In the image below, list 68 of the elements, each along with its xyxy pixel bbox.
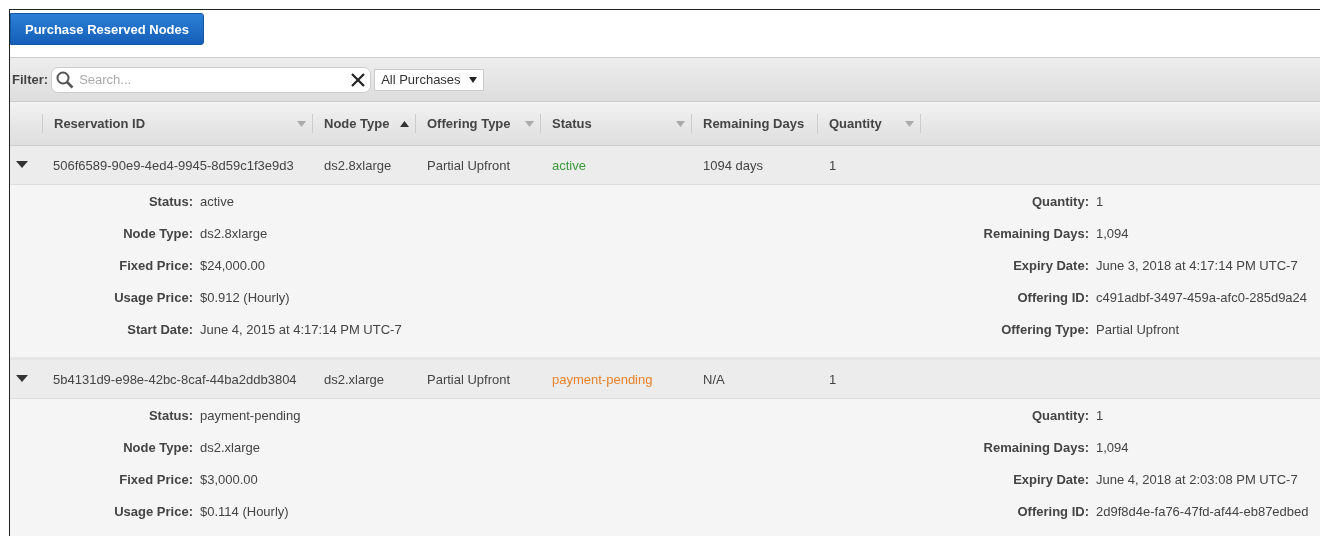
detail-label: Usage Price: bbox=[113, 289, 193, 307]
table-cell-text: 1 bbox=[828, 157, 838, 173]
close-icon[interactable] bbox=[350, 71, 367, 88]
detail-value: 1 bbox=[1096, 407, 1105, 425]
detail-label: Start Date: bbox=[126, 321, 193, 339]
table-cell-text: N/A bbox=[702, 371, 726, 387]
detail-label: Quantity: bbox=[1030, 193, 1089, 211]
detail-label: Expiry Date: bbox=[1012, 471, 1089, 489]
detail-label: Offering Type: bbox=[1000, 321, 1089, 339]
column-header[interactable]: Status bbox=[541, 114, 692, 133]
caret-icon bbox=[400, 120, 409, 127]
column-header[interactable]: Quantity bbox=[818, 114, 921, 133]
table-cell-text: ds2.8xlarge bbox=[323, 157, 393, 173]
detail-value: active bbox=[200, 193, 235, 211]
detail-value: ds2.xlarge bbox=[200, 439, 261, 457]
detail-value: June 3, 2018 at 4:17:14 PM UTC-7 bbox=[1096, 257, 1299, 275]
detail-value: $24,000.00 bbox=[200, 257, 267, 275]
detail-label: Remaining Days: bbox=[982, 225, 1089, 243]
caret-icon bbox=[676, 120, 685, 127]
filter-label: Filter: bbox=[12, 72, 49, 87]
status-text: active bbox=[551, 157, 587, 173]
table-cell-text: 5b4131d9-e98e-42bc-8caf-44ba2ddb3804 bbox=[52, 371, 298, 387]
detail-label: Node Type: bbox=[122, 225, 193, 243]
detail-label: Fixed Price: bbox=[118, 471, 193, 489]
detail-label: Offering ID: bbox=[1016, 503, 1089, 521]
detail-value: ds2.8xlarge bbox=[200, 225, 269, 243]
detail-value: payment-pending bbox=[200, 407, 302, 425]
caret-icon bbox=[905, 120, 914, 127]
detail-value: 2d9f8d4e-fa76-47fd-af44-eb87edbed bbox=[1096, 503, 1310, 521]
detail-value: $0.912 (Hourly) bbox=[200, 289, 291, 307]
caret-icon bbox=[525, 120, 534, 127]
detail-value: c491adbf-3497-459a-afc0-285d9a24 bbox=[1096, 289, 1309, 307]
table-cell-text: ds2.xlarge bbox=[323, 371, 385, 387]
column-header[interactable]: Offering Type bbox=[416, 114, 541, 133]
detail-value: $3,000.00 bbox=[200, 471, 259, 489]
detail-value: June 4, 2018 at 2:03:08 PM UTC-7 bbox=[1096, 471, 1299, 489]
detail-label: Quantity: bbox=[1030, 407, 1089, 425]
detail-value: 1,094 bbox=[1096, 439, 1130, 457]
collapse-icon[interactable] bbox=[16, 375, 28, 383]
table-cell-text: 1094 days bbox=[702, 157, 764, 173]
table-cell-text: Partial Upfront bbox=[426, 157, 512, 173]
purchase-button[interactable]: Purchase Reserved Nodes bbox=[10, 13, 205, 45]
detail-value: 1 bbox=[1096, 193, 1105, 211]
column-header[interactable]: Node Type bbox=[313, 114, 416, 133]
detail-value: 1,094 bbox=[1096, 225, 1130, 243]
detail-label: Fixed Price: bbox=[118, 257, 193, 275]
detail-label: Offering ID: bbox=[1016, 289, 1089, 307]
column-header[interactable]: Remaining Days bbox=[692, 114, 818, 133]
column-header[interactable]: Reservation ID bbox=[42, 114, 313, 133]
purchases-dropdown[interactable]: All Purchases bbox=[374, 68, 484, 91]
detail-label: Usage Price: bbox=[113, 503, 193, 521]
detail-value: June 4, 2015 at 4:17:14 PM UTC-7 bbox=[200, 321, 403, 339]
detail-value: Partial Upfront bbox=[1096, 321, 1181, 339]
status-text: payment-pending bbox=[551, 371, 654, 387]
detail-label: Expiry Date: bbox=[1012, 257, 1089, 275]
detail-value: $0.114 (Hourly) bbox=[200, 503, 290, 521]
search-icon bbox=[56, 70, 75, 89]
detail-label: Status: bbox=[147, 193, 193, 211]
caret-icon bbox=[468, 76, 477, 83]
table-cell-text: Partial Upfront bbox=[426, 371, 512, 387]
collapse-icon[interactable] bbox=[16, 161, 28, 169]
table-cell-text: 506f6589-90e9-4ed4-9945-8d59c1f3e9d3 bbox=[52, 157, 295, 173]
detail-label: Node Type: bbox=[122, 439, 193, 457]
search-field[interactable]: Search... bbox=[51, 66, 372, 93]
detail-label: Status: bbox=[147, 407, 193, 425]
detail-label: Remaining Days: bbox=[982, 439, 1089, 457]
table-cell-text: 1 bbox=[828, 371, 838, 387]
caret-icon bbox=[297, 120, 306, 127]
